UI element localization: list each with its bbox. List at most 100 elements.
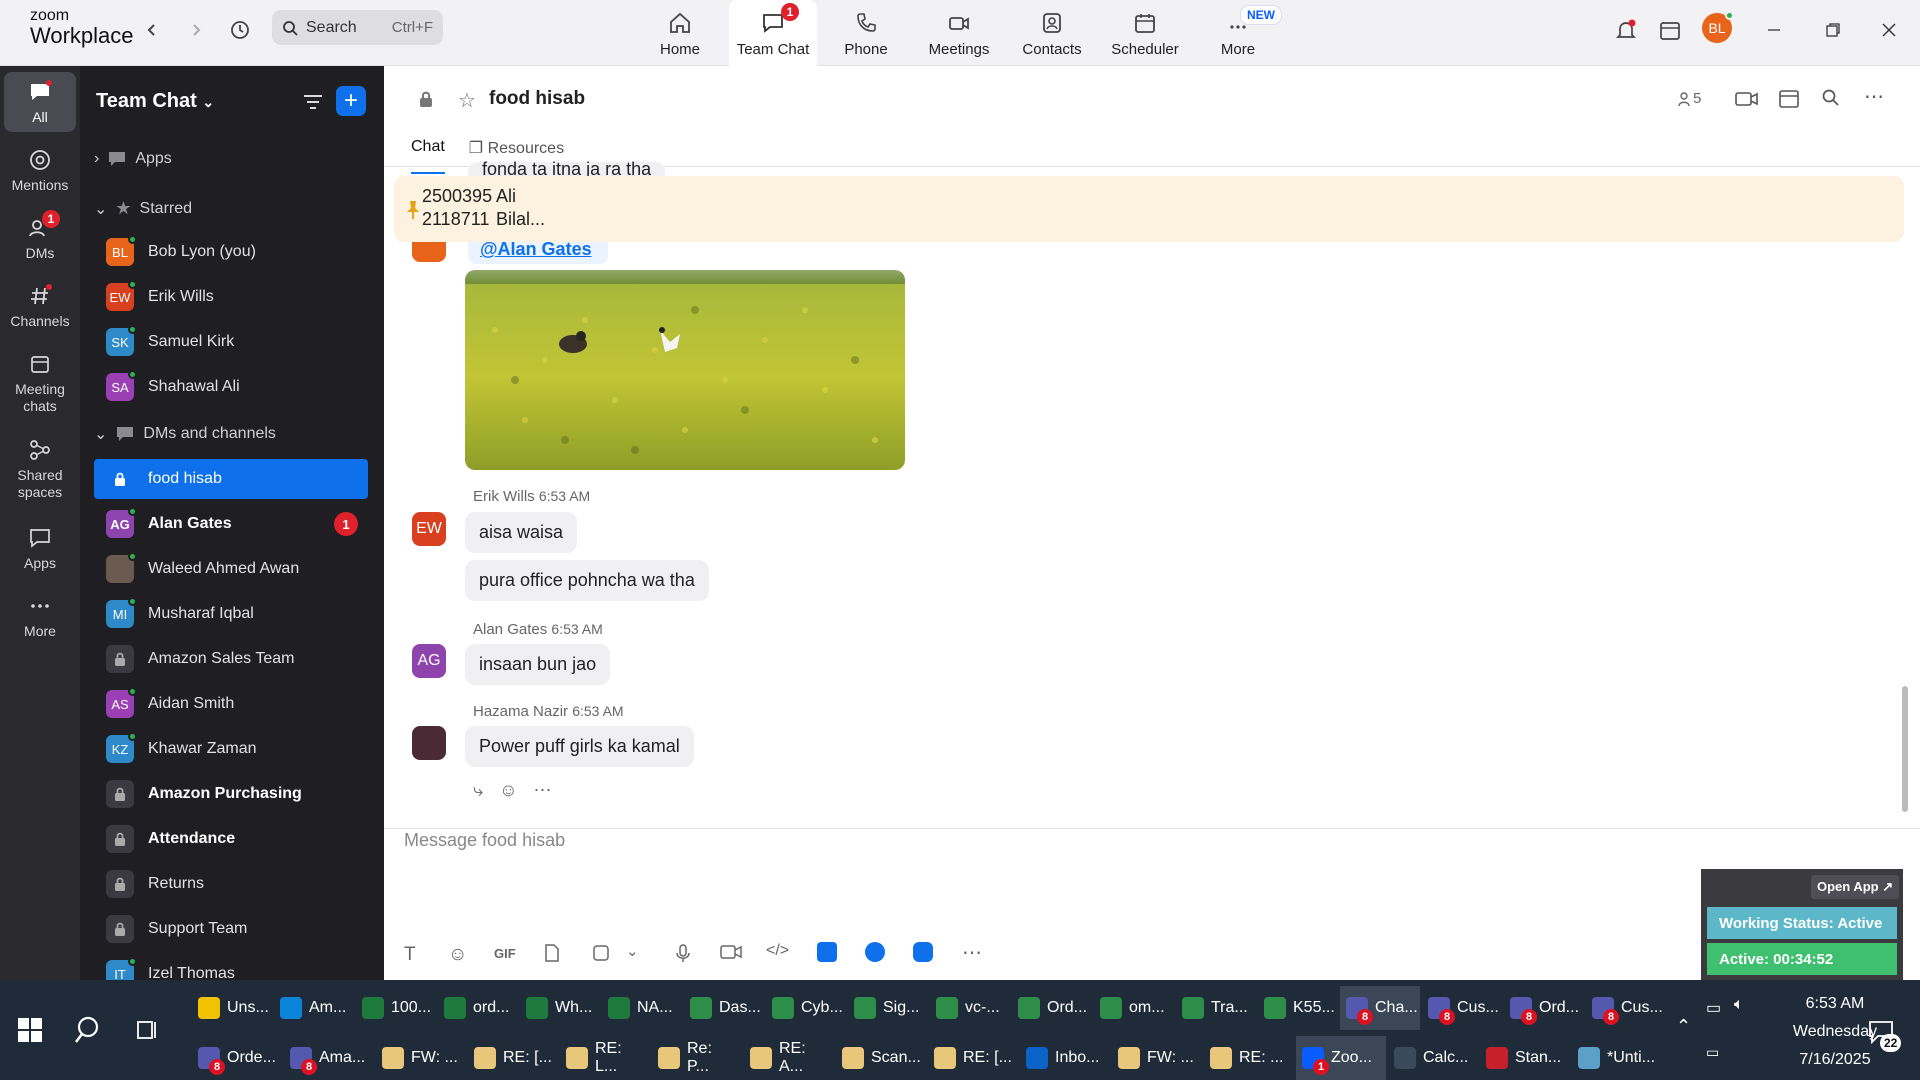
microphone-icon[interactable] bbox=[676, 944, 690, 966]
forward-arrow-icon[interactable] bbox=[184, 18, 208, 42]
taskbar-app[interactable]: Inbo... bbox=[1020, 1036, 1110, 1080]
message-author[interactable]: Erik Wills 6:53 AM bbox=[473, 488, 590, 505]
chevron-down-icon[interactable]: ⌄ bbox=[626, 942, 639, 960]
new-chat-button[interactable]: + bbox=[336, 86, 366, 116]
taskbar-app[interactable]: Wh... bbox=[520, 986, 600, 1030]
taskbar-app[interactable]: *Unti... bbox=[1572, 1036, 1662, 1080]
avatar[interactable]: AG bbox=[412, 644, 446, 678]
history-icon[interactable] bbox=[228, 18, 252, 42]
taskbar-app[interactable]: 100... bbox=[356, 986, 436, 1030]
rail-shared-spaces[interactable]: Shared spaces bbox=[0, 438, 80, 501]
rail-dms[interactable]: DMs 1 bbox=[0, 210, 80, 262]
taskbar-app[interactable]: 1 Zoo... bbox=[1296, 1036, 1386, 1080]
nav-scheduler[interactable]: Scheduler bbox=[1101, 0, 1189, 66]
windows-start-icon[interactable] bbox=[18, 1018, 42, 1047]
taskbar-app[interactable]: Calc... bbox=[1388, 1036, 1478, 1080]
taskbar-app[interactable]: 8 Ord... bbox=[1504, 986, 1584, 1030]
sidebar-item[interactable]: Amazon Purchasing bbox=[94, 774, 368, 814]
sidebar-item[interactable]: SK Samuel Kirk bbox=[94, 322, 368, 362]
sidebar-item[interactable]: Attendance bbox=[94, 819, 368, 859]
taskbar-app[interactable]: FW: ... bbox=[1112, 1036, 1202, 1080]
rail-all[interactable]: All bbox=[4, 72, 76, 132]
taskbar-app[interactable]: Sig... bbox=[848, 986, 928, 1030]
sidebar-item[interactable]: Returns bbox=[94, 864, 368, 904]
file-icon[interactable] bbox=[544, 944, 560, 966]
message-bubble[interactable]: Power puff girls ka kamal bbox=[465, 726, 694, 767]
message-input[interactable]: Message food hisab bbox=[404, 830, 565, 851]
sidebar-item[interactable]: MI Musharaf Iqbal bbox=[94, 594, 368, 634]
taskbar-app[interactable]: 8 Orde... bbox=[192, 1036, 282, 1080]
app-icon-2[interactable] bbox=[865, 942, 885, 962]
video-call-icon[interactable] bbox=[1735, 90, 1759, 113]
search-icon[interactable] bbox=[1822, 89, 1840, 112]
taskbar-app[interactable]: RE: ... bbox=[1204, 1036, 1294, 1080]
taskbar-app[interactable]: 8 Cus... bbox=[1586, 986, 1666, 1030]
rail-channels[interactable]: Channels bbox=[0, 284, 80, 330]
sidebar-title[interactable]: Team Chat ⌄ bbox=[96, 90, 214, 113]
back-arrow-icon[interactable] bbox=[140, 18, 164, 42]
nav-team-chat[interactable]: Team Chat 1 bbox=[729, 0, 817, 66]
message-bubble[interactable]: insaan bun jao bbox=[465, 644, 611, 685]
open-app-button[interactable]: Open App ↗ bbox=[1811, 875, 1900, 899]
calendar-app-icon[interactable] bbox=[1658, 18, 1682, 42]
notifications-icon[interactable]: 22 bbox=[1868, 1020, 1902, 1052]
taskbar-app[interactable]: FW: ... bbox=[376, 1036, 466, 1080]
avatar[interactable]: EW bbox=[412, 512, 446, 546]
taskbar-app[interactable]: ord... bbox=[438, 986, 518, 1030]
scrollbar-thumb[interactable] bbox=[1902, 686, 1908, 812]
code-snippet-icon[interactable]: </> bbox=[766, 942, 789, 960]
section-dms-channels[interactable]: ⌄ DMs and channels bbox=[94, 424, 276, 444]
sidebar-item[interactable]: SA Shahawal Ali bbox=[94, 367, 368, 407]
nav-contacts[interactable]: Contacts bbox=[1008, 0, 1096, 66]
taskbar-app[interactable]: RE: L... bbox=[560, 1036, 650, 1080]
message-author[interactable]: Hazama Nazir 6:53 AM bbox=[473, 703, 624, 720]
pinned-message[interactable]: 2500395 Ali 2118711 Bilal... bbox=[394, 176, 1904, 242]
taskbar-app[interactable]: Ord... bbox=[1012, 986, 1092, 1030]
nav-phone[interactable]: Phone bbox=[822, 0, 910, 66]
screenshot-icon[interactable] bbox=[592, 944, 610, 966]
close-icon[interactable] bbox=[1877, 18, 1901, 42]
volume-icon[interactable]: 🔈︎ bbox=[1734, 996, 1744, 1014]
taskbar-app[interactable]: K55... bbox=[1258, 986, 1338, 1030]
app-icon-1[interactable] bbox=[817, 942, 837, 962]
rail-meeting-chats[interactable]: Meeting chats bbox=[0, 352, 80, 415]
working-status-button[interactable]: Working Status: Active bbox=[1707, 907, 1897, 939]
member-count[interactable]: 5 bbox=[1677, 90, 1701, 107]
taskbar-app[interactable]: 8 Cha... bbox=[1340, 986, 1420, 1030]
bell-icon[interactable] bbox=[1614, 18, 1638, 42]
taskbar-app[interactable]: Re: P... bbox=[652, 1036, 742, 1080]
taskbar-app[interactable]: Am... bbox=[274, 986, 354, 1030]
sidebar-item[interactable]: food hisab bbox=[94, 459, 368, 499]
section-apps[interactable]: › Apps bbox=[94, 150, 172, 168]
taskbar-app[interactable]: Cyb... bbox=[766, 986, 846, 1030]
taskbar-app[interactable]: RE: A... bbox=[744, 1036, 834, 1080]
network-icon[interactable]: ▭ bbox=[1706, 1044, 1719, 1061]
shared-image[interactable] bbox=[465, 270, 905, 470]
taskbar-app[interactable]: RE: [... bbox=[928, 1036, 1018, 1080]
sidebar-item[interactable]: AS Aidan Smith bbox=[94, 684, 368, 724]
text-format-icon[interactable]: T bbox=[404, 944, 416, 966]
chevron-up-icon[interactable]: ⌃ bbox=[1676, 1016, 1691, 1037]
filter-icon[interactable] bbox=[302, 92, 324, 117]
rail-apps[interactable]: Apps bbox=[0, 526, 80, 572]
battery-icon[interactable]: ▭ bbox=[1706, 998, 1721, 1018]
search-icon[interactable] bbox=[74, 1016, 102, 1049]
add-reaction-icon[interactable]: ☺ bbox=[499, 780, 517, 801]
avatar[interactable] bbox=[412, 726, 446, 760]
tab-chat[interactable]: Chat bbox=[411, 138, 445, 174]
sidebar-item[interactable]: AG Alan Gates 1 bbox=[94, 504, 368, 544]
taskbar-app[interactable]: NA... bbox=[602, 986, 682, 1030]
taskbar-app[interactable]: Das... bbox=[684, 986, 764, 1030]
sidebar-item[interactable]: Waleed Ahmed Awan bbox=[94, 549, 368, 589]
calendar-icon[interactable] bbox=[1778, 87, 1800, 114]
star-icon[interactable]: ☆ bbox=[458, 88, 476, 113]
emoji-icon[interactable]: ☺ bbox=[448, 944, 467, 966]
reply-icon[interactable]: ⤷ bbox=[473, 780, 483, 801]
app-icon-3[interactable] bbox=[913, 942, 933, 962]
taskbar-app[interactable]: RE: [... bbox=[468, 1036, 558, 1080]
rail-mentions[interactable]: Mentions bbox=[0, 148, 80, 194]
nav-home[interactable]: Home bbox=[636, 0, 724, 66]
taskbar-app[interactable]: 8 Cus... bbox=[1422, 986, 1502, 1030]
restore-icon[interactable] bbox=[1821, 18, 1845, 42]
sidebar-item[interactable]: IT Izel Thomas bbox=[94, 954, 368, 980]
